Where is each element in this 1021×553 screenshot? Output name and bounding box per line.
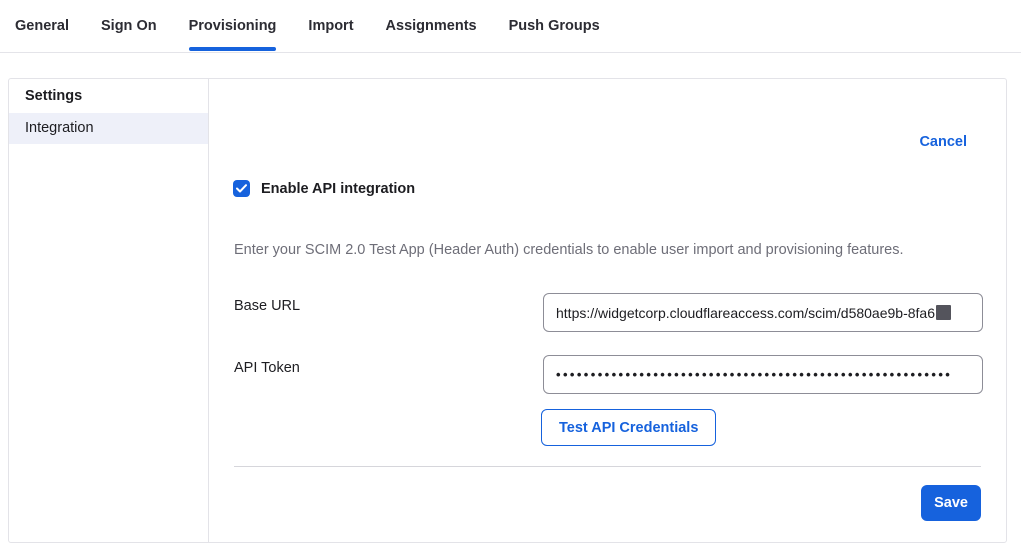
save-button[interactable]: Save [921, 485, 981, 521]
sidebar-heading: Settings [9, 79, 208, 113]
credentials-description: Enter your SCIM 2.0 Test App (Header Aut… [234, 242, 976, 258]
base-url-value: https://widgetcorp.cloudflareaccess.com/… [556, 305, 935, 321]
base-url-input[interactable]: https://widgetcorp.cloudflareaccess.com/… [543, 293, 983, 332]
tab-general[interactable]: General [15, 0, 69, 52]
api-token-input[interactable]: ••••••••••••••••••••••••••••••••••••••••… [543, 355, 983, 394]
tab-assignments[interactable]: Assignments [386, 0, 477, 52]
provisioning-panel: Settings Integration Cancel Enable API i… [8, 78, 1007, 543]
integration-settings-content: Cancel Enable API integration Enter your… [210, 79, 1006, 542]
check-icon [236, 184, 247, 193]
enable-api-integration-row: Enable API integration [233, 180, 415, 197]
api-token-label: API Token [234, 360, 300, 376]
tab-import[interactable]: Import [308, 0, 353, 52]
cancel-link[interactable]: Cancel [919, 134, 967, 150]
tab-sign-on[interactable]: Sign On [101, 0, 157, 52]
api-token-masked-value: ••••••••••••••••••••••••••••••••••••••••… [556, 367, 952, 382]
app-tab-bar: General Sign On Provisioning Import Assi… [0, 0, 1021, 53]
footer-divider [234, 466, 981, 467]
enable-api-integration-label: Enable API integration [261, 181, 415, 197]
sidebar-item-integration[interactable]: Integration [9, 113, 208, 144]
tab-provisioning[interactable]: Provisioning [189, 0, 277, 52]
text-selection-overflow-box [936, 305, 951, 320]
tab-push-groups[interactable]: Push Groups [509, 0, 600, 52]
test-api-credentials-button[interactable]: Test API Credentials [541, 409, 716, 446]
enable-api-integration-checkbox[interactable] [233, 180, 250, 197]
base-url-label: Base URL [234, 298, 300, 314]
settings-sidebar: Settings Integration [9, 79, 209, 542]
